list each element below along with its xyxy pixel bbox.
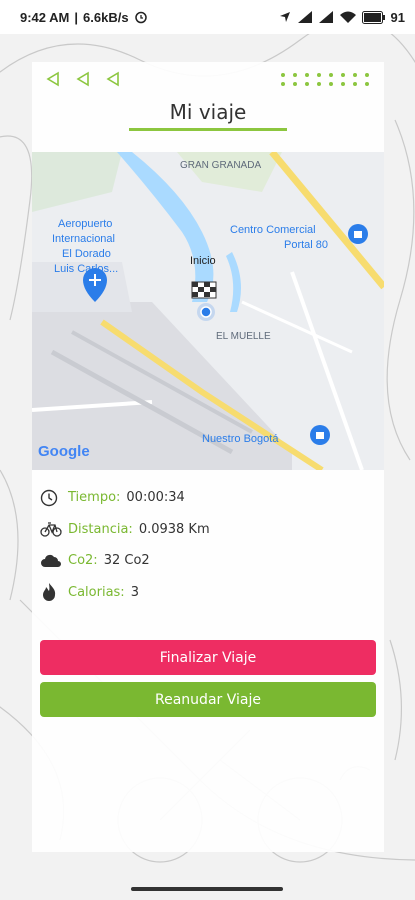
title-underline bbox=[129, 128, 287, 131]
home-gesture-bar[interactable] bbox=[131, 887, 283, 891]
bicycle-icon bbox=[40, 521, 68, 537]
trip-stats: Tiempo: 00:00:34 Distancia: 0.0938 Km Co… bbox=[40, 482, 380, 608]
map-label: Inicio bbox=[190, 255, 216, 267]
signal-icon bbox=[297, 11, 312, 23]
status-bar: 9:42 AM | 6.6kB/s 91 bbox=[0, 0, 415, 34]
resume-trip-button[interactable]: Reanudar Viaje bbox=[40, 682, 376, 717]
trip-card: Mi viaje GRAN GRANADA Aeropuerto Interna… bbox=[32, 62, 384, 852]
signal-icon bbox=[318, 11, 333, 23]
route-map[interactable]: GRAN GRANADA Aeropuerto Internacional El… bbox=[32, 152, 384, 470]
status-network-speed: 6.6kB/s bbox=[83, 9, 129, 25]
map-label: EL MUELLE bbox=[216, 331, 271, 342]
map-label: Portal 80 bbox=[284, 239, 328, 251]
mall-pin-icon bbox=[348, 224, 368, 244]
stat-value: 32 Co2 bbox=[103, 553, 150, 569]
map-label: El Dorado bbox=[62, 248, 111, 260]
co2-cloud-icon bbox=[40, 553, 68, 569]
alarm-icon bbox=[134, 11, 147, 24]
battery-percent: 91 bbox=[390, 9, 405, 25]
location-icon bbox=[279, 12, 290, 22]
stat-label: Calorias: bbox=[68, 584, 125, 600]
finish-trip-button[interactable]: Finalizar Viaje bbox=[40, 640, 376, 675]
back-arrow-icon[interactable] bbox=[46, 71, 60, 87]
stat-calories: Calorias: 3 bbox=[40, 577, 380, 609]
map-label: Aeropuerto bbox=[58, 218, 112, 230]
start-flag-icon bbox=[191, 281, 217, 299]
map-label: Nuestro Bogotá bbox=[202, 433, 279, 445]
current-location-icon bbox=[197, 303, 215, 321]
map-label: Centro Comercial bbox=[230, 224, 316, 236]
dots-grid-icon bbox=[281, 72, 370, 86]
back-arrow-icon[interactable] bbox=[106, 71, 120, 87]
stat-distance: Distancia: 0.0938 Km bbox=[40, 514, 380, 546]
stat-label: Co2: bbox=[68, 553, 98, 569]
map-label: GRAN GRANADA bbox=[180, 160, 261, 171]
map-canvas: GRAN GRANADA Aeropuerto Internacional El… bbox=[32, 152, 384, 470]
stat-value: 3 bbox=[130, 584, 139, 600]
page-title: Mi viaje bbox=[169, 100, 247, 124]
stat-value: 00:00:34 bbox=[126, 490, 185, 506]
status-time: 9:42 AM bbox=[20, 9, 70, 25]
stat-co2: Co2: 32 Co2 bbox=[40, 545, 380, 577]
wifi-icon bbox=[339, 11, 356, 23]
google-logo: Google bbox=[38, 443, 90, 460]
battery-icon bbox=[361, 10, 385, 24]
top-navigation bbox=[32, 62, 384, 96]
stat-label: Tiempo: bbox=[68, 490, 121, 506]
stat-time: Tiempo: 00:00:34 bbox=[40, 482, 380, 514]
page-header: Mi viaje bbox=[32, 100, 384, 131]
store-pin-icon bbox=[310, 425, 330, 445]
map-label: Luis Carlos... bbox=[54, 263, 118, 275]
clock-icon bbox=[40, 489, 68, 507]
stat-value: 0.0938 Km bbox=[138, 521, 210, 537]
map-label: Internacional bbox=[52, 233, 115, 245]
back-arrow-icon[interactable] bbox=[76, 71, 90, 87]
stat-label: Distancia: bbox=[68, 521, 133, 537]
flame-icon bbox=[40, 582, 68, 602]
